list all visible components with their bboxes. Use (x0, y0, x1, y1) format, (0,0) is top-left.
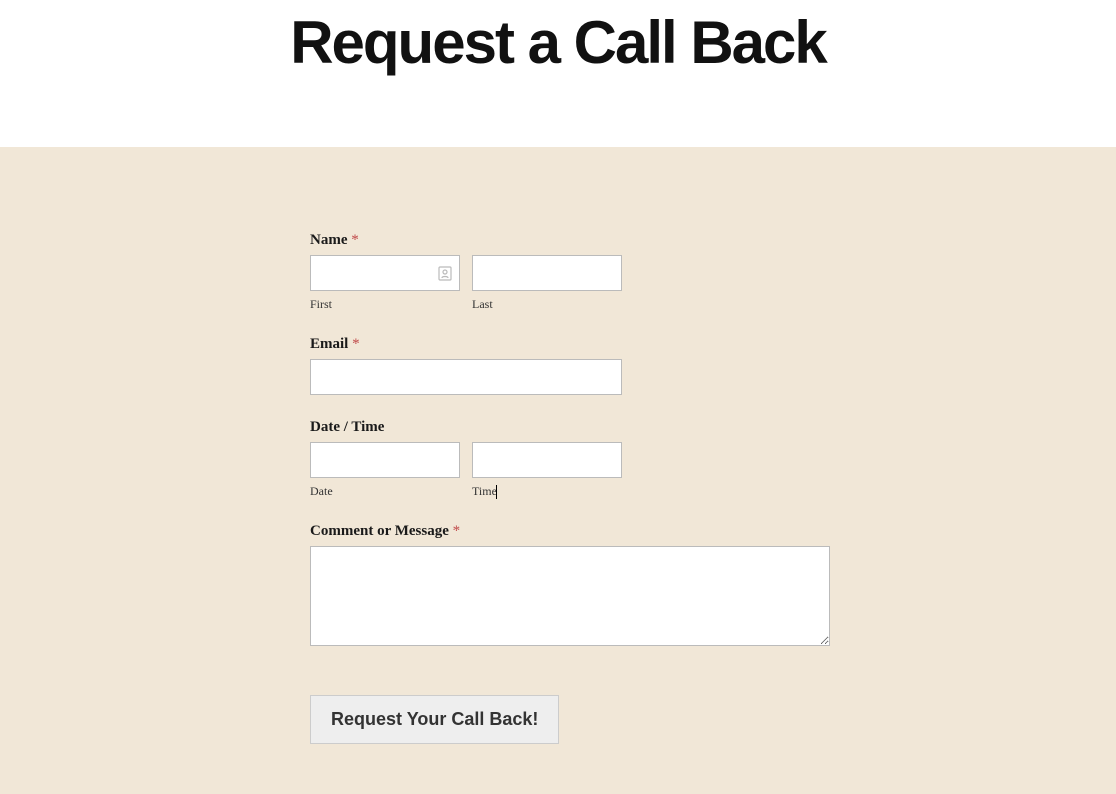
page-title: Request a Call Back (0, 0, 1116, 77)
comment-field-group: Comment or Message * (310, 523, 830, 651)
submit-button[interactable]: Request Your Call Back! (310, 695, 559, 744)
time-input[interactable] (472, 442, 622, 478)
time-col: Time (472, 442, 622, 499)
email-input[interactable] (310, 359, 622, 395)
name-required-indicator: * (351, 232, 359, 248)
first-name-sublabel: First (310, 297, 460, 312)
header-section: Request a Call Back (0, 0, 1116, 147)
comment-required-indicator: * (453, 523, 461, 539)
comment-label: Comment or Message * (310, 523, 830, 540)
first-name-wrapper (310, 255, 460, 291)
name-inputs-row: First Last (310, 255, 830, 312)
datetime-field-group: Date / Time Date Time (310, 419, 830, 499)
datetime-label: Date / Time (310, 419, 830, 436)
date-input[interactable] (310, 442, 460, 478)
email-label-text: Email (310, 336, 348, 352)
last-name-col: Last (472, 255, 622, 312)
contact-card-icon (438, 265, 452, 281)
form-container: Name * First L (310, 232, 830, 744)
email-label: Email * (310, 336, 830, 353)
form-section: Name * First L (0, 147, 1116, 794)
date-sublabel: Date (310, 484, 460, 499)
comment-textarea[interactable] (310, 546, 830, 646)
time-sublabel: Time (472, 484, 622, 499)
text-cursor (496, 485, 497, 499)
datetime-inputs-row: Date Time (310, 442, 830, 499)
last-name-input[interactable] (472, 255, 622, 291)
comment-label-text: Comment or Message (310, 523, 449, 539)
email-required-indicator: * (352, 336, 360, 352)
name-label: Name * (310, 232, 830, 249)
email-field-group: Email * (310, 336, 830, 395)
name-field-group: Name * First L (310, 232, 830, 312)
first-name-col: First (310, 255, 460, 312)
date-col: Date (310, 442, 460, 499)
name-label-text: Name (310, 232, 348, 248)
last-name-sublabel: Last (472, 297, 622, 312)
